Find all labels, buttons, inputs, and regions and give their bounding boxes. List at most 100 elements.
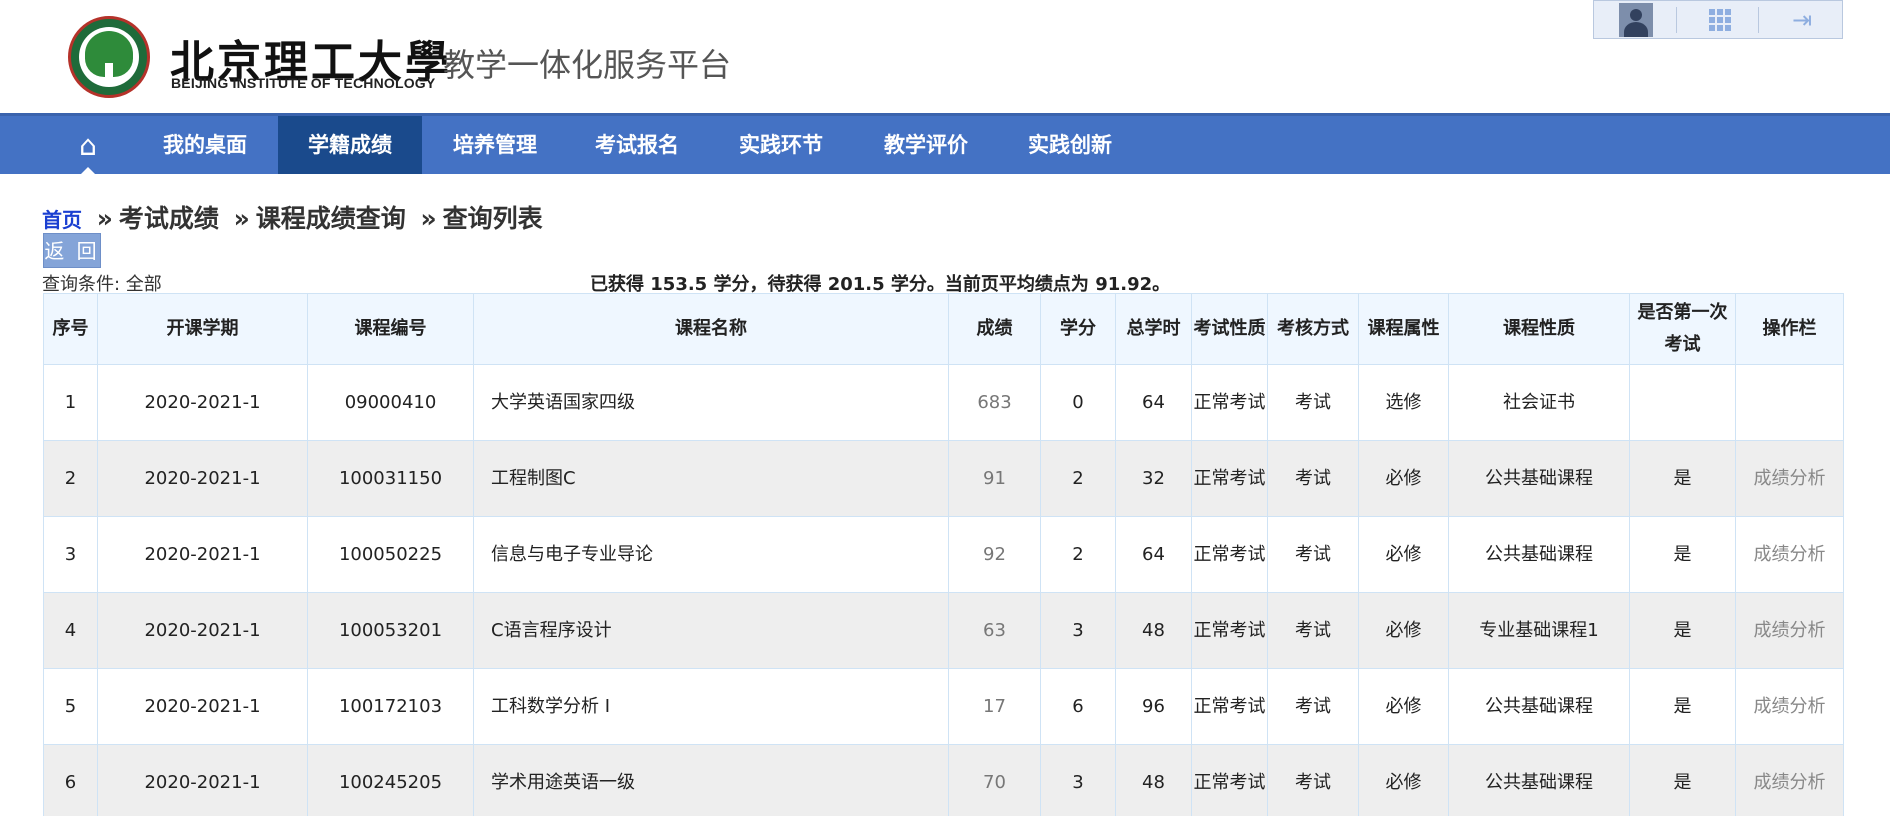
cell-first-attempt: 是 — [1629, 516, 1736, 593]
cell-course-name: 工科数学分析 I — [473, 668, 949, 745]
back-button[interactable]: 返 回 — [43, 233, 101, 268]
cell-assessment: 考试 — [1267, 440, 1359, 517]
cell-course-category: 社会证书 — [1448, 364, 1630, 441]
breadcrumb-item: 考试成绩 — [118, 204, 219, 233]
cell-term: 2020-2021-1 — [97, 516, 308, 593]
cell-first-attempt: 是 — [1629, 592, 1736, 669]
cell-analysis-link[interactable]: 成绩分析 — [1735, 516, 1844, 593]
cell-course-name: 大学英语国家四级 — [473, 364, 949, 441]
table-row[interactable]: 2 2020-2021-1 100031150 工程制图C 91 2 32 正常考试 考试 必修公… — [43, 440, 1844, 517]
col-header-course-code[interactable]: 课程编号 — [307, 293, 474, 365]
cell-score[interactable]: 683 — [948, 364, 1041, 441]
nav-item-training[interactable]: 培养管理 — [428, 116, 562, 174]
cell-term: 2020-2021-1 — [97, 744, 308, 816]
nav-item-my-desktop[interactable]: 我的桌面 — [138, 116, 272, 174]
cell-course-code: 100031150 — [307, 440, 474, 517]
col-header-hours[interactable]: 总学时 — [1115, 293, 1192, 365]
nav-item-status-grades[interactable]: 学籍成绩 — [278, 116, 422, 174]
col-header-course-category[interactable]: 课程性质 — [1448, 293, 1630, 365]
table-row[interactable]: 1 2020-2021-1 09000410 大学英语国家四级 683 0 64 正常考试 考试… — [43, 364, 1844, 441]
cell-index: 6 — [43, 744, 98, 816]
cell-course-attr: 选修 — [1358, 364, 1449, 441]
cell-score[interactable]: 70 — [948, 744, 1041, 816]
cell-analysis-link[interactable]: 成绩分析 — [1735, 668, 1844, 745]
cell-term: 2020-2021-1 — [97, 668, 308, 745]
nav-item-practice[interactable]: 实践环节 — [712, 116, 850, 174]
cell-assessment: 考试 — [1267, 364, 1359, 441]
nav-item-teaching-evaluation[interactable]: 教学评价 — [858, 116, 994, 174]
logout-button[interactable]: ⇥ — [1770, 1, 1834, 38]
avatar — [1619, 2, 1653, 37]
cell-course-name: C语言程序设计 — [473, 592, 949, 669]
cell-course-category: 公共基础课程 — [1448, 516, 1630, 593]
cell-exam-type: 正常考试 — [1191, 668, 1268, 745]
col-header-index[interactable]: 序号 — [43, 293, 98, 365]
cell-credit: 3 — [1040, 592, 1116, 669]
table-row[interactable]: 6 2020-2021-1 100245205 学术用途英语一级 70 3 48 正常考试 考试… — [43, 744, 1844, 816]
cell-course-name: 学术用途英语一级 — [473, 744, 949, 816]
cell-exam-type: 正常考试 — [1191, 592, 1268, 669]
cell-credit: 6 — [1040, 668, 1116, 745]
col-header-course-name[interactable]: 课程名称 — [473, 293, 949, 365]
col-header-course-attr[interactable]: 课程属性 — [1358, 293, 1449, 365]
cell-analysis-link[interactable]: 成绩分析 — [1735, 592, 1844, 669]
col-header-first-attempt[interactable]: 是否第一次考试 — [1629, 293, 1736, 365]
cell-hours: 64 — [1115, 516, 1192, 593]
cell-hours: 96 — [1115, 668, 1192, 745]
cell-term: 2020-2021-1 — [97, 440, 308, 517]
table-row[interactable]: 5 2020-2021-1 100172103 工科数学分析 I 17 6 96 正常考试 考试… — [43, 668, 1844, 745]
table-row[interactable]: 4 2020-2021-1 100053201 C语言程序设计 63 3 48 正常考试 考试必… — [43, 592, 1844, 669]
cell-course-code: 100172103 — [307, 668, 474, 745]
breadcrumb-separator: » — [420, 204, 437, 233]
cell-first-attempt: 是 — [1629, 668, 1736, 745]
cell-score[interactable]: 63 — [948, 592, 1041, 669]
cell-analysis-link[interactable]: 成绩分析 — [1735, 744, 1844, 816]
apps-menu-button[interactable] — [1688, 1, 1752, 38]
breadcrumb-separator: » — [233, 204, 250, 233]
university-name-en[interactable]: BEIJING INSTITUTE OF TECHNOLOGY — [171, 75, 435, 91]
cell-credit: 3 — [1040, 744, 1116, 816]
cell-index: 2 — [43, 440, 98, 517]
table-row[interactable]: 3 2020-2021-1 100050225 信息与电子专业导论 92 2 64 正常考试考… — [43, 516, 1844, 593]
nav-home-button[interactable]: ⌂ — [56, 116, 120, 174]
cell-hours: 32 — [1115, 440, 1192, 517]
header: 北京理工大學 BEIJING INSTITUTE OF TECHNOLOGY 教… — [0, 0, 1890, 113]
cell-credit: 2 — [1040, 440, 1116, 517]
nav-item-exam-registration[interactable]: 考试报名 — [570, 116, 704, 174]
col-header-term[interactable]: 开课学期 — [97, 293, 308, 365]
cell-score[interactable]: 91 — [948, 440, 1041, 517]
platform-title: 教学一体化服务平台 — [443, 46, 732, 84]
user-avatar-button[interactable] — [1608, 1, 1664, 38]
logout-icon: ⇥ — [1791, 5, 1813, 34]
cell-analysis-link[interactable]: 成绩分析 — [1735, 440, 1844, 517]
breadcrumb-home-link[interactable]: 首页 — [42, 208, 82, 232]
cell-term: 2020-2021-1 — [97, 364, 308, 441]
cell-course-code: 100245205 — [307, 744, 474, 816]
cell-hours: 48 — [1115, 744, 1192, 816]
cell-course-category: 公共基础课程 — [1448, 668, 1630, 745]
user-toolbar: ⇥ — [1593, 0, 1843, 39]
cell-assessment: 考试 — [1267, 516, 1359, 593]
apps-grid-icon — [1709, 8, 1731, 31]
cell-course-category: 专业基础课程1 — [1448, 592, 1630, 669]
cell-term: 2020-2021-1 — [97, 592, 308, 669]
cell-credit: 2 — [1040, 516, 1116, 593]
cell-course-code: 100050225 — [307, 516, 474, 593]
col-header-exam-type[interactable]: 考试性质 — [1191, 293, 1268, 365]
breadcrumb: 首页 » 考试成绩 » 课程成绩查询 » 查询列表 — [42, 199, 543, 235]
cell-index: 3 — [43, 516, 98, 593]
table-header-row: 序号 开课学期 课程编号 课程名称 成绩 学分 总学时 考试性质 考核方式 课程… — [43, 293, 1844, 365]
col-header-credit[interactable]: 学分 — [1040, 293, 1116, 365]
cell-course-attr: 必修 — [1358, 668, 1449, 745]
cell-exam-type: 正常考试 — [1191, 516, 1268, 593]
cell-score[interactable]: 17 — [948, 668, 1041, 745]
breadcrumb-separator: » — [96, 204, 113, 233]
col-header-assessment[interactable]: 考核方式 — [1267, 293, 1359, 365]
home-icon: ⌂ — [79, 128, 97, 162]
col-header-score[interactable]: 成绩 — [948, 293, 1041, 365]
university-seal-logo[interactable] — [68, 16, 150, 98]
cell-index: 1 — [43, 364, 98, 441]
cell-score[interactable]: 92 — [948, 516, 1041, 593]
cell-analysis-link[interactable] — [1735, 364, 1844, 441]
nav-item-innovation[interactable]: 实践创新 — [1002, 116, 1138, 174]
